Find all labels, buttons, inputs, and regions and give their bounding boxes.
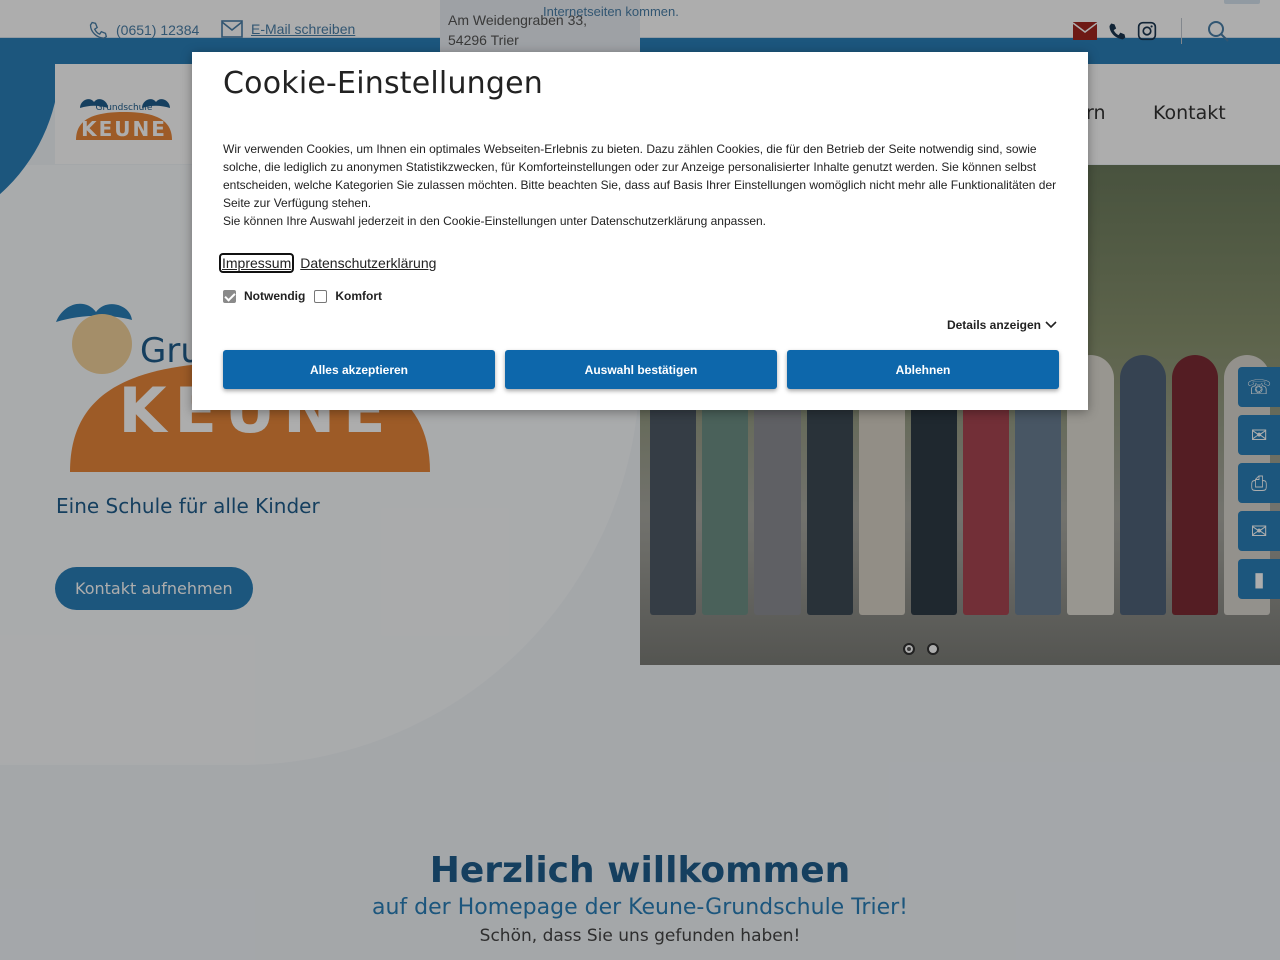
checkbox-notwendig-label: Notwendig bbox=[244, 289, 306, 303]
checkbox-komfort-label[interactable]: Komfort bbox=[335, 289, 382, 303]
cookie-text-paragraph-2: Sie können Ihre Auswahl jederzeit in den… bbox=[223, 214, 767, 228]
datenschutz-link[interactable]: Datenschutzerklärung bbox=[300, 255, 436, 271]
details-toggle-label[interactable]: Details anzeigen bbox=[947, 318, 1041, 332]
chevron-down-icon bbox=[1045, 321, 1057, 329]
decline-button[interactable]: Ablehnen bbox=[787, 350, 1059, 389]
cookie-dialog-buttons: Alles akzeptieren Auswahl bestätigen Abl… bbox=[223, 350, 1059, 389]
checkbox-notwendig bbox=[223, 289, 236, 303]
accept-all-button[interactable]: Alles akzeptieren bbox=[223, 350, 495, 389]
cookie-dialog-text: Wir verwenden Cookies, um Ihnen ein opti… bbox=[223, 140, 1063, 230]
confirm-selection-button[interactable]: Auswahl bestätigen bbox=[505, 350, 777, 389]
cookie-text-paragraph-1: Wir verwenden Cookies, um Ihnen ein opti… bbox=[223, 142, 1057, 210]
checkbox-komfort[interactable] bbox=[314, 289, 328, 303]
impressum-link[interactable]: Impressum bbox=[218, 253, 295, 273]
cookie-dialog: Cookie-Einstellungen Wir verwenden Cooki… bbox=[192, 52, 1088, 410]
cookie-dialog-title: Cookie-Einstellungen bbox=[223, 66, 544, 101]
cookie-dialog-links: Impressum Datenschutzerklärung bbox=[218, 253, 436, 273]
cookie-category-checkboxes: Notwendig Komfort bbox=[223, 289, 382, 303]
details-toggle[interactable]: Details anzeigen bbox=[947, 318, 1057, 332]
